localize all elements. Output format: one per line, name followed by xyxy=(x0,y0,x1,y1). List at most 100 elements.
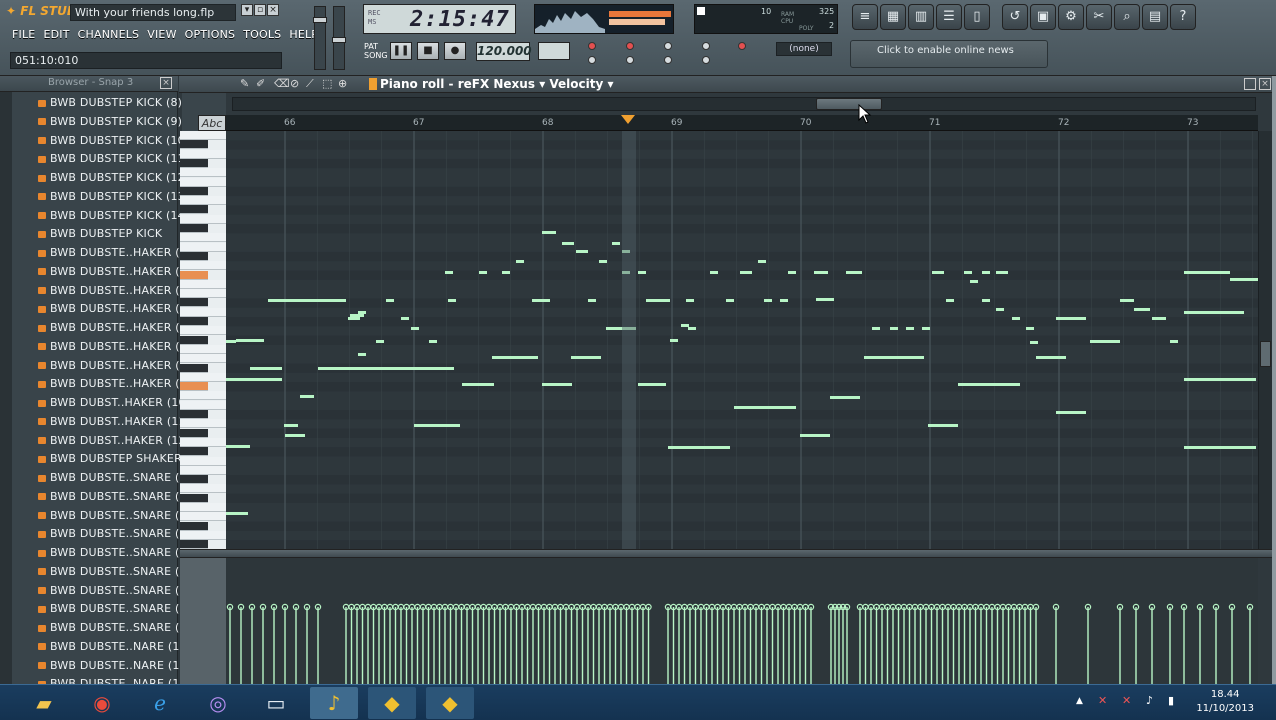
midi-note[interactable] xyxy=(576,250,588,253)
piano-key-black[interactable] xyxy=(180,224,208,233)
midi-note[interactable] xyxy=(848,271,862,274)
midi-note[interactable] xyxy=(542,383,572,386)
vertical-scroll-thumb[interactable] xyxy=(1260,341,1271,367)
piano-key-white[interactable] xyxy=(180,242,226,252)
velocity-panel[interactable] xyxy=(226,558,1258,684)
tempo-display[interactable]: 120.000 xyxy=(476,42,532,61)
midi-note[interactable] xyxy=(376,340,384,343)
browser-item[interactable]: BWB DUBSTE..SNARE (2) xyxy=(38,488,191,506)
browser-item[interactable]: BWB DUBSTE..SNARE (9) xyxy=(38,619,191,637)
midi-note[interactable] xyxy=(982,299,990,302)
piano-key-black[interactable] xyxy=(180,428,208,438)
piano-key-black[interactable] xyxy=(180,540,208,550)
blend-led-icon[interactable] xyxy=(664,42,672,50)
help-icon[interactable]: ? xyxy=(1170,4,1196,30)
piano-key-black[interactable] xyxy=(180,317,208,326)
midi-note[interactable] xyxy=(516,260,524,263)
midi-note[interactable] xyxy=(1170,340,1178,343)
menu-tools[interactable]: TOOLS xyxy=(243,28,281,44)
piano-key-white[interactable] xyxy=(180,484,226,494)
piano-roll-menu-icon[interactable] xyxy=(369,78,377,90)
maximize-icon[interactable] xyxy=(1244,78,1256,90)
midi-note[interactable] xyxy=(758,260,766,263)
midi-note[interactable] xyxy=(386,299,394,302)
midi-note[interactable] xyxy=(562,242,574,245)
midi-note[interactable] xyxy=(800,434,830,437)
browser-item[interactable]: BWB DUBSTE..HAKER (6) xyxy=(38,319,191,337)
browser-item[interactable]: BWB DUBSTEP KICK (9) xyxy=(38,113,182,131)
midi-note[interactable] xyxy=(1184,311,1244,314)
horizontal-scrollbar[interactable] xyxy=(232,97,1256,111)
midi-note[interactable] xyxy=(532,299,550,302)
midi-note[interactable] xyxy=(226,378,250,381)
midi-note[interactable] xyxy=(318,367,428,370)
midi-note[interactable] xyxy=(1184,378,1256,381)
piano-key-white[interactable] xyxy=(180,307,226,317)
midi-note[interactable] xyxy=(906,327,914,330)
piano-keyboard[interactable] xyxy=(180,131,226,550)
undo-icon[interactable]: ↺ xyxy=(1002,4,1028,30)
master-pitch-slider[interactable] xyxy=(332,6,346,70)
midi-note[interactable] xyxy=(996,308,1004,311)
mode-song-label[interactable]: SONG xyxy=(364,51,388,60)
piano-key-white[interactable] xyxy=(180,419,226,429)
midi-note[interactable] xyxy=(928,424,958,427)
midi-note[interactable] xyxy=(300,395,314,398)
midi-note[interactable] xyxy=(764,299,772,302)
midi-note[interactable] xyxy=(1012,317,1020,320)
midi-note[interactable] xyxy=(401,317,409,320)
browser-item[interactable]: BWB DUBST..HAKER (10) xyxy=(38,394,190,412)
piano-roll-icon[interactable]: ▥ xyxy=(908,4,934,30)
cut-icon[interactable]: ✂ xyxy=(1086,4,1112,30)
browser-item[interactable]: BWB DUBST..HAKER (12) xyxy=(38,432,190,450)
piano-key-black[interactable] xyxy=(180,521,208,531)
midi-note[interactable] xyxy=(411,327,419,330)
midi-note[interactable] xyxy=(964,271,972,274)
piano-key-black[interactable] xyxy=(180,205,208,215)
piano-key-white[interactable] xyxy=(180,400,226,410)
midi-note[interactable] xyxy=(1230,278,1258,281)
piano-key-black[interactable] xyxy=(180,186,208,196)
midi-note[interactable] xyxy=(872,327,880,330)
browser-item[interactable]: BWB DUBSTE..HAKER (7) xyxy=(38,338,191,356)
midi-note[interactable] xyxy=(686,299,694,302)
midi-note[interactable] xyxy=(1056,411,1086,414)
menu-file[interactable]: FILE xyxy=(12,28,35,44)
browser-item[interactable]: BWB DUBST..HAKER (11) xyxy=(38,413,190,431)
save-icon[interactable]: ▣ xyxy=(1030,4,1056,30)
note-grid[interactable] xyxy=(226,131,1258,549)
piano-key-white[interactable] xyxy=(180,437,226,447)
piano-key-white[interactable] xyxy=(180,530,226,540)
browser-item[interactable]: BWB DUBSTE..SNARE (6) xyxy=(38,563,191,581)
step-sequencer-icon[interactable]: ▦ xyxy=(880,4,906,30)
midi-note[interactable] xyxy=(1036,356,1066,359)
pattern-select[interactable]: (none) xyxy=(776,42,832,56)
midi-note[interactable] xyxy=(429,340,437,343)
browser-item[interactable]: BWB DUBSTEP KICK (14) xyxy=(38,207,189,225)
browser-item[interactable]: BWB DUBSTE..SNARE (3) xyxy=(38,507,191,525)
pause-button[interactable]: ❚❚ xyxy=(390,42,412,60)
delete-tool-icon[interactable]: ⌫ xyxy=(274,77,290,90)
browser-item[interactable]: BWB DUBSTE..HAKER (5) xyxy=(38,300,191,318)
browser-item[interactable]: BWB DUBSTE..NARE (11) xyxy=(38,657,191,675)
fl-studio-taskbar-icon[interactable]: ♪ xyxy=(310,687,358,719)
browser-icon[interactable]: ☰ xyxy=(936,4,962,30)
piano-key-white[interactable] xyxy=(180,512,226,522)
zoom-tool-icon[interactable]: ⊕ xyxy=(338,77,347,90)
midi-note[interactable] xyxy=(492,356,538,359)
vertical-scrollbar[interactable] xyxy=(1258,131,1272,549)
playhead-marker[interactable] xyxy=(621,115,635,124)
midi-note[interactable] xyxy=(226,512,248,515)
action-center-icon[interactable]: ✕ xyxy=(1122,694,1131,707)
midi-note[interactable] xyxy=(250,367,282,370)
restore-icon[interactable]: ▫ xyxy=(254,4,266,16)
browser-scrollbar[interactable] xyxy=(0,92,12,684)
piano-key-black[interactable] xyxy=(180,382,208,392)
browser-item[interactable]: BWB DUBSTEP KICK (11) xyxy=(38,150,189,168)
piano-key-white[interactable] xyxy=(180,326,226,336)
online-news-panel[interactable]: Click to enable online news xyxy=(850,40,1048,68)
close-icon[interactable]: × xyxy=(267,4,279,16)
fl-studio-window-2-icon[interactable]: ◆ xyxy=(368,687,416,719)
midi-note[interactable] xyxy=(958,383,1020,386)
browser-item[interactable]: BWB DUBSTE..SNARE (1) xyxy=(38,469,191,487)
